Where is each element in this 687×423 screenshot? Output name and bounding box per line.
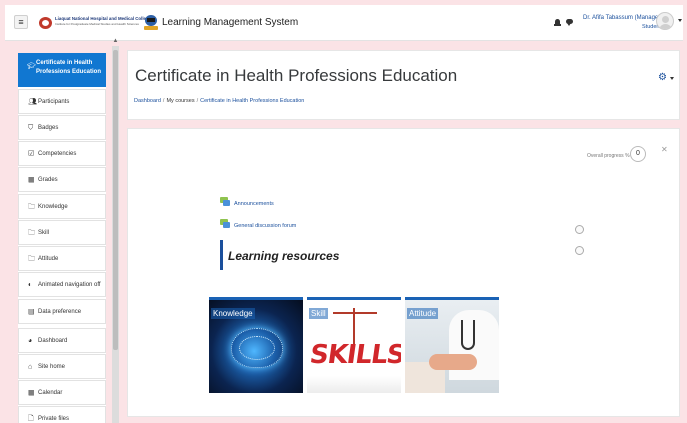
sidebar-item-course[interactable]: 🎓︎ Certificate in Health Professions Edu… — [18, 53, 106, 87]
crane-arm — [333, 312, 377, 314]
breadcrumb-separator: / — [162, 98, 165, 104]
sidebar-item-label: Skill — [38, 229, 50, 236]
bell-icon[interactable] — [554, 19, 561, 27]
logo-subtitle: Institute for Postgraduate Medical Studi… — [55, 22, 139, 26]
sidebar-item-participants[interactable]: 👥︎ Participants — [18, 89, 106, 114]
folder-icon: 🗀 — [28, 229, 35, 236]
folder-icon: 🗀 — [28, 255, 35, 262]
chevron-down-icon[interactable] — [670, 77, 674, 80]
sidebar-item-site-home[interactable]: ⌂ Site home — [18, 354, 106, 379]
sidebar: 🎓︎ Certificate in Health Professions Edu… — [18, 53, 106, 423]
sidebar-item-label: Attitude — [38, 255, 59, 262]
page-title: Certificate in Health Professions Educat… — [135, 66, 458, 85]
tile-floor — [307, 376, 401, 393]
logo-name: Liaquat National Hospital and Medical Co… — [55, 16, 152, 21]
sidebar-item-label: Participants — [38, 98, 70, 105]
close-icon[interactable]: ✕ — [661, 145, 668, 154]
course-header: Certificate in Health Professions Educat… — [127, 50, 680, 120]
course-content: Overall progress % 0 ✕ Announcements Gen… — [127, 128, 680, 417]
completion-checkbox[interactable] — [575, 246, 584, 255]
breadcrumb: Dashboard / My courses / Certificate in Heal… — [134, 98, 304, 104]
sidebar-item-label: Badges — [38, 124, 59, 131]
shield-icon: ⛉ — [28, 124, 34, 131]
calendar-icon: ▦ — [28, 389, 35, 396]
scrollbar-thumb[interactable] — [113, 50, 118, 350]
users-icon: 👥︎ — [28, 98, 37, 105]
sidebar-item-label: Site home — [38, 363, 66, 370]
sidebar-item-data-preference[interactable]: ▤ Data preference — [18, 299, 106, 324]
tile-label: Attitude — [407, 308, 439, 319]
breadcrumb-my-courses[interactable]: My courses — [166, 98, 194, 104]
sidebar-item-label: Private files — [38, 415, 70, 422]
sidebar-item-knowledge[interactable]: 🗀 Knowledge — [18, 194, 106, 219]
sidebar-item-skill[interactable]: 🗀 Skill — [18, 220, 106, 245]
sidebar-item-badges[interactable]: ⛉ Badges — [18, 115, 106, 140]
tile-knowledge[interactable]: Knowledge — [209, 297, 303, 393]
lms-emblem-icon — [144, 15, 158, 31]
sidebar-item-calendar[interactable]: ▦ Calendar — [18, 380, 106, 405]
sidebar-item-label: Certificate in Health Professions Educat… — [36, 60, 102, 75]
tile-attitude[interactable]: Attitude — [405, 297, 499, 393]
completion-checkbox[interactable] — [575, 225, 584, 234]
sidebar-item-label: Animated navigation off — [38, 281, 101, 288]
checkbox-icon: ☑ — [28, 150, 35, 157]
section-accent-bar — [220, 240, 223, 270]
folder-icon: 🗀 — [28, 203, 35, 210]
hamburger-icon[interactable]: ≡ — [14, 15, 28, 29]
dashboard-icon: ◕ — [28, 337, 33, 344]
scroll-up-arrow-icon[interactable]: ▲ — [112, 38, 119, 46]
sidebar-item-label: Data preference — [38, 308, 82, 315]
chat-icon[interactable] — [566, 19, 573, 26]
hands-image — [429, 354, 477, 370]
institution-seal — [39, 17, 52, 29]
user-name[interactable]: Dr. Afifa Tabassum (Manager) — [583, 15, 662, 21]
tile-label: Knowledge — [211, 308, 255, 319]
graduation-cap-icon: 🎓︎ — [27, 63, 36, 70]
breadcrumb-dashboard[interactable]: Dashboard — [134, 98, 161, 104]
sidebar-item-dashboard[interactable]: ◕ Dashboard — [18, 328, 106, 353]
sidebar-item-competencies[interactable]: ☑ Competencies — [18, 141, 106, 166]
sidebar-item-label: Dashboard — [38, 337, 68, 344]
site-name[interactable]: Learning Management System — [162, 17, 298, 28]
activity-general-discussion-forum[interactable]: General discussion forum — [234, 223, 296, 229]
brain-image-detail — [239, 336, 275, 360]
toggle-icon: ◐ — [28, 281, 33, 288]
sidebar-scrollbar[interactable] — [112, 46, 119, 423]
chevron-down-icon[interactable] — [678, 19, 682, 22]
progress-label: Overall progress % — [587, 153, 630, 159]
sidebar-item-label: Grades — [38, 176, 58, 183]
stethoscope-image — [461, 320, 475, 350]
progress-indicator: 0 — [630, 146, 646, 162]
table-icon: ▦ — [28, 176, 35, 183]
tile-skill[interactable]: SKILLS Skill — [307, 297, 401, 393]
breadcrumb-separator: / — [196, 98, 199, 104]
forum-icon — [220, 197, 230, 206]
sidebar-item-grades[interactable]: ▦ Grades — [18, 167, 106, 192]
activity-announcements[interactable]: Announcements — [234, 201, 274, 207]
forum-icon — [220, 219, 230, 228]
section-title: Learning resources — [228, 249, 340, 263]
home-icon: ⌂ — [28, 363, 33, 370]
sidebar-item-animated-navigation[interactable]: ◐ Animated navigation off — [18, 272, 106, 297]
top-navbar: ≡ Liaquat National Hospital and Medical … — [5, 5, 683, 41]
document-icon: ▤ — [28, 308, 35, 315]
skills-image-text: SKILLS — [307, 340, 401, 370]
institution-logo[interactable]: Liaquat National Hospital and Medical Co… — [39, 16, 155, 31]
avatar[interactable] — [656, 12, 674, 30]
breadcrumb-course[interactable]: Certificate in Health Professions Educat… — [200, 98, 304, 104]
sidebar-item-label: Competencies — [38, 150, 77, 157]
sidebar-item-attitude[interactable]: 🗀 Attitude — [18, 246, 106, 271]
file-icon: 🗋 — [28, 415, 34, 422]
gear-icon[interactable]: ⚙ — [658, 72, 667, 83]
sidebar-item-label: Calendar — [38, 389, 63, 396]
sidebar-item-label: Knowledge — [38, 203, 68, 210]
tile-label: Skill — [309, 308, 328, 319]
sidebar-item-private-files[interactable]: 🗋 Private files — [18, 406, 106, 423]
